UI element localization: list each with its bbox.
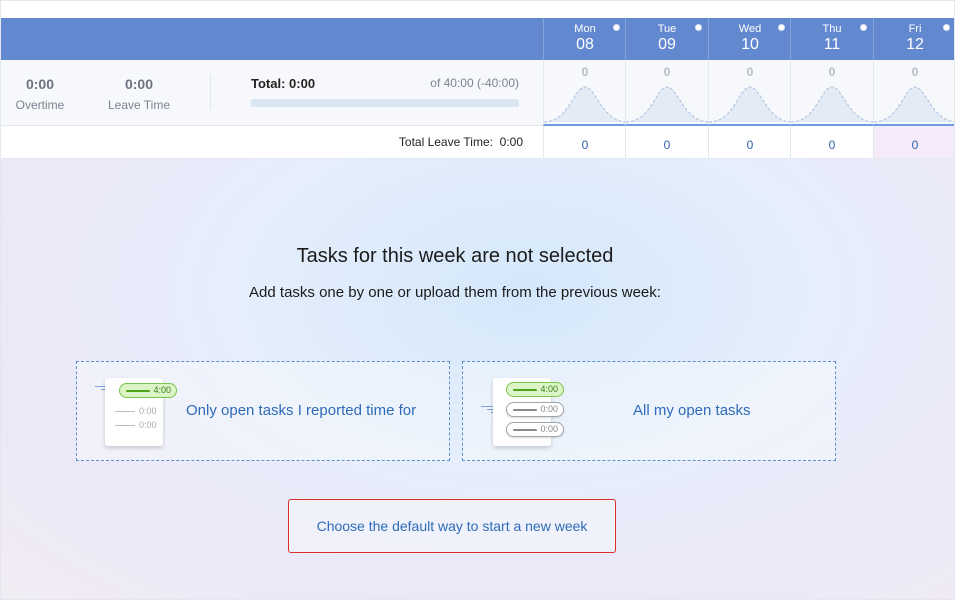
option-label: Only open tasks I reported time for bbox=[186, 402, 417, 419]
all-open-tasks-option-button[interactable]: 4:00 0:00 0:00 All my open tasks bbox=[462, 361, 836, 461]
choose-default-start-button[interactable]: Choose the default way to start a new we… bbox=[288, 499, 616, 553]
day-number: 09 bbox=[658, 36, 676, 53]
leave-time-stat: 0:00 Leave Time bbox=[105, 76, 173, 112]
day-chart-tue: 0 bbox=[625, 60, 709, 126]
reported-time-pill-icon: 4:00 bbox=[506, 382, 564, 397]
day-status-dot-icon[interactable] bbox=[695, 24, 702, 31]
day-number: 10 bbox=[741, 36, 759, 53]
day-header-thu[interactable]: Thu 11 bbox=[790, 18, 873, 60]
day-status-dot-icon[interactable] bbox=[860, 24, 867, 31]
day-chart-mon: 0 bbox=[543, 60, 627, 126]
day-number: 12 bbox=[906, 36, 924, 53]
total-leave-text: Total Leave Time: bbox=[398, 135, 493, 149]
leave-cell-fri[interactable]: 0 bbox=[873, 126, 954, 159]
overtime-stat: 0:00 Overtime bbox=[15, 76, 65, 112]
day-header-tue[interactable]: Tue 09 bbox=[625, 18, 708, 60]
summary-divider bbox=[210, 74, 211, 110]
pill-time: 0:00 bbox=[540, 404, 558, 414]
day-header-wed[interactable]: Wed 10 bbox=[708, 18, 791, 60]
bell-curve-icon bbox=[709, 86, 792, 123]
leave-cell-wed[interactable]: 0 bbox=[708, 126, 791, 159]
pill-time: 0:00 bbox=[540, 424, 558, 434]
day-total-value: 0 bbox=[828, 65, 836, 79]
day-status-dot-icon[interactable] bbox=[613, 24, 620, 31]
leave-time-label: Leave Time bbox=[107, 98, 171, 112]
tasks-empty-state: Tasks for this week are not selected Add… bbox=[1, 159, 954, 599]
total-prefix: Total: bbox=[251, 76, 286, 91]
total-value: 0:00 bbox=[289, 76, 316, 91]
pill-time: 4:00 bbox=[153, 385, 171, 395]
day-header-mon[interactable]: Mon 08 bbox=[543, 18, 626, 60]
total-leave-label: Total Leave Time: 0:00 bbox=[399, 135, 523, 149]
pill-time: 4:00 bbox=[540, 384, 558, 394]
leave-time-value: 0:00 bbox=[124, 76, 154, 92]
day-number: 08 bbox=[576, 36, 594, 53]
total-leave-value: 0:00 bbox=[499, 135, 523, 149]
bell-curve-icon bbox=[626, 86, 709, 123]
bell-curve-icon bbox=[874, 86, 954, 123]
leave-cell-mon[interactable]: 0 bbox=[543, 126, 626, 159]
expected-hours: of 40:00 (-40:00) bbox=[430, 76, 519, 90]
mini-time: 0:00 bbox=[139, 406, 157, 416]
reported-tasks-option-button[interactable]: 4:00 0:00 0:00 Only open tasks I reporte… bbox=[76, 361, 450, 461]
day-chart-thu: 0 bbox=[790, 60, 874, 126]
day-status-dot-icon[interactable] bbox=[943, 24, 950, 31]
open-task-pill-icon: 0:00 bbox=[506, 402, 564, 417]
timesheet-week-view: Mon 08 Tue 09 Wed 10 Thu 11 Fri 12 0:00 … bbox=[0, 0, 955, 600]
day-status-dot-icon[interactable] bbox=[778, 24, 785, 31]
task-line-icon: 0:00 bbox=[115, 406, 157, 416]
day-chart-wed: 0 bbox=[708, 60, 792, 126]
mini-time: 0:00 bbox=[139, 420, 157, 430]
overtime-label: Overtime bbox=[15, 98, 65, 112]
task-line-icon: 0:00 bbox=[115, 420, 157, 430]
day-total-value: 0 bbox=[746, 65, 754, 79]
reported-time-pill-icon: 4:00 bbox=[119, 383, 177, 398]
empty-state-subtitle: Add tasks one by one or upload them from… bbox=[249, 284, 661, 301]
day-chart-fri: 0 bbox=[873, 60, 954, 126]
day-total-value: 0 bbox=[581, 65, 589, 79]
option-label: All my open tasks bbox=[633, 402, 751, 419]
day-total-value: 0 bbox=[663, 65, 671, 79]
bell-curve-icon bbox=[791, 86, 874, 123]
week-summary: 0:00 Overtime 0:00 Leave Time Total: 0:0… bbox=[1, 60, 543, 126]
hours-progress-bar bbox=[251, 99, 519, 107]
leave-cell-thu[interactable]: 0 bbox=[790, 126, 873, 159]
empty-state-title: Tasks for this week are not selected bbox=[296, 245, 614, 267]
day-total-value: 0 bbox=[911, 65, 919, 79]
day-header-fri[interactable]: Fri 12 bbox=[873, 18, 954, 60]
bell-curve-icon bbox=[544, 86, 627, 123]
overtime-value: 0:00 bbox=[25, 76, 55, 92]
leave-cell-tue[interactable]: 0 bbox=[625, 126, 708, 159]
total-leave-row: Total Leave Time: 0:00 bbox=[1, 126, 543, 159]
open-task-pill-icon: 0:00 bbox=[506, 422, 564, 437]
total-hours: Total: 0:00 bbox=[251, 76, 315, 91]
day-number: 11 bbox=[823, 36, 841, 53]
